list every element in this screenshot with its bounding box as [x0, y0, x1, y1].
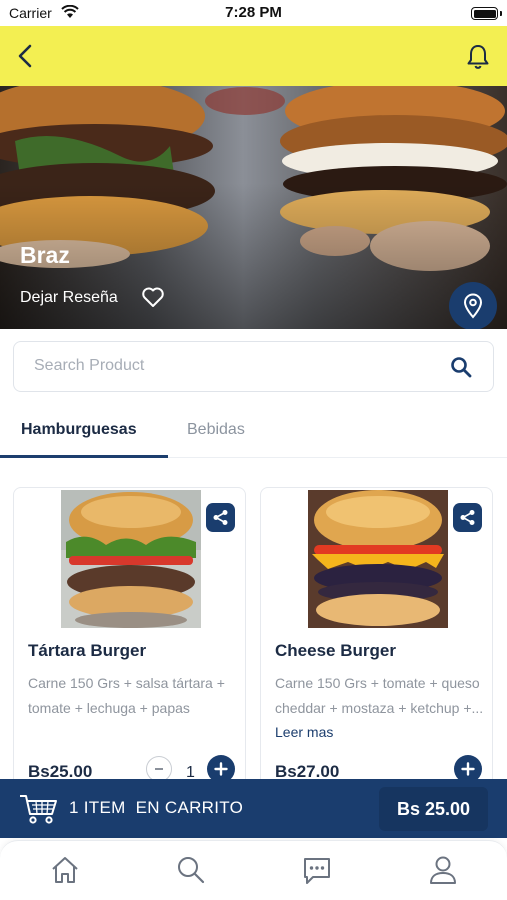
chat-icon[interactable] — [301, 854, 333, 886]
minus-icon — [155, 768, 163, 770]
product-card[interactable]: Tártara Burger Carne 150 Grs + salsa tár… — [13, 487, 246, 787]
tab-bebidas[interactable]: Bebidas — [187, 421, 245, 439]
top-app-bar — [0, 26, 507, 86]
share-button[interactable] — [206, 503, 235, 532]
product-image — [308, 490, 448, 628]
product-name: Cheese Burger — [275, 641, 396, 660]
home-icon[interactable] — [49, 854, 81, 886]
status-bar: Carrier 7:28 PM — [0, 0, 507, 26]
read-more-link[interactable]: Leer mas — [275, 724, 333, 740]
product-description: Carne 150 Grs + salsa tártara + tomate +… — [28, 675, 225, 716]
cart-item-count: 1 ITEM EN CARRITO — [69, 798, 244, 817]
bottom-navigation — [0, 840, 507, 900]
share-button[interactable] — [453, 503, 482, 532]
plus-icon — [214, 762, 228, 776]
leave-review-link[interactable]: Dejar Reseña — [20, 289, 118, 307]
active-tab-indicator — [0, 455, 168, 458]
profile-icon[interactable] — [427, 854, 459, 886]
clock: 7:28 PM — [225, 4, 282, 21]
chevron-left-icon[interactable] — [12, 40, 42, 72]
share-icon — [460, 510, 475, 525]
search-icon[interactable] — [175, 854, 207, 886]
cart-total-box: Bs 25.00 — [379, 787, 488, 831]
product-search-box — [13, 341, 494, 392]
cart-total: Bs 25.00 — [396, 799, 471, 819]
product-image — [61, 490, 201, 628]
plus-icon — [461, 762, 475, 776]
share-icon — [213, 510, 228, 525]
product-description: Carne 150 Grs + tomate + queso cheddar +… — [275, 675, 484, 740]
shopping-cart-icon — [20, 795, 57, 824]
restaurant-name: Braz — [20, 242, 70, 268]
product-card[interactable]: Cheese Burger Carne 150 Grs + tomate + q… — [260, 487, 493, 787]
restaurant-hero: Braz Dejar Reseña — [0, 86, 507, 329]
search-input[interactable] — [34, 357, 434, 375]
location-button[interactable] — [449, 282, 497, 329]
category-tabs: Hamburguesas Bebidas — [0, 404, 507, 458]
tab-hamburguesas[interactable]: Hamburguesas — [21, 421, 137, 439]
bell-icon[interactable] — [463, 40, 493, 72]
battery-icon — [471, 7, 498, 20]
search-icon[interactable] — [450, 356, 472, 378]
cart-summary-bar[interactable]: 1 ITEM EN CARRITO Bs 25.00 — [0, 779, 507, 838]
map-pin-icon — [463, 293, 483, 319]
heart-icon[interactable] — [141, 286, 165, 308]
product-name: Tártara Burger — [28, 641, 147, 660]
